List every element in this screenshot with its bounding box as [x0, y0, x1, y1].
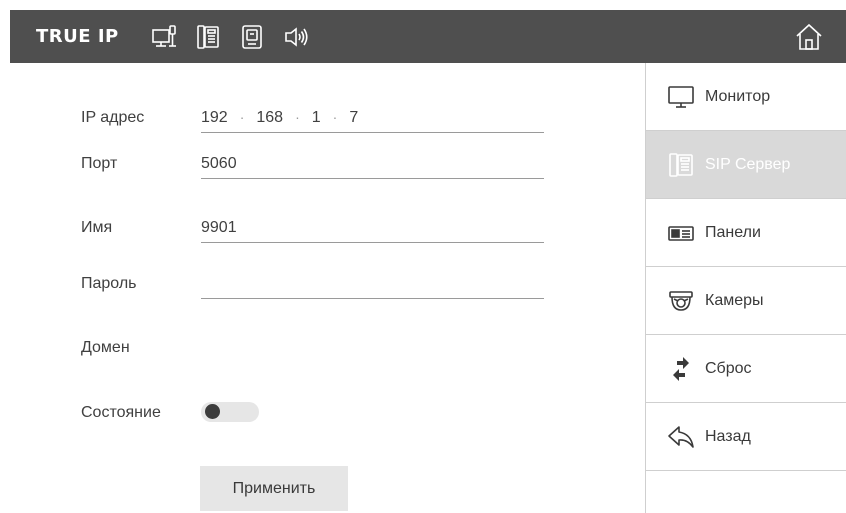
sidebar-item-label: Монитор — [705, 87, 771, 105]
password-label: Пароль — [81, 275, 137, 292]
ip-address-label: IP адрес — [81, 109, 145, 126]
top-bar: TRUE IP — [10, 10, 846, 63]
ip-octet-3[interactable]: 1 — [312, 109, 321, 127]
monitor-icon — [667, 83, 695, 111]
ip-separator: · — [239, 109, 245, 125]
toggle-knob — [205, 404, 220, 419]
sidebar-item-panels[interactable]: Панели — [646, 199, 846, 267]
sidebar-item-monitor[interactable]: Монитор — [646, 63, 846, 131]
state-toggle[interactable] — [201, 402, 259, 422]
name-row: Имя 9901 — [81, 215, 551, 245]
ip-address-field[interactable]: 192 · 168 · 1 · 7 — [201, 105, 544, 133]
domain-label: Домен — [81, 339, 130, 356]
sidebar-item-reset[interactable]: Сброс — [646, 335, 846, 403]
reset-icon — [667, 355, 695, 383]
name-label: Имя — [81, 219, 113, 236]
state-row: Состояние — [81, 400, 551, 430]
sidebar-item-cameras[interactable]: Камеры — [646, 267, 846, 335]
home-icon[interactable] — [794, 22, 824, 52]
sidebar-item-label: Назад — [705, 427, 751, 445]
ip-octet-2[interactable]: 168 — [256, 109, 283, 127]
brand-logo: TRUE IP — [36, 26, 119, 47]
sidebar-item-label: Сброс — [705, 359, 752, 377]
sip-phone-icon — [667, 151, 695, 179]
back-icon — [667, 423, 695, 451]
network-settings-icon[interactable] — [151, 24, 177, 50]
sip-phone-icon[interactable] — [195, 24, 221, 50]
ip-octet-1[interactable]: 192 — [201, 109, 228, 127]
sidebar-item-label: Панели — [705, 223, 761, 241]
ip-separator: · — [332, 109, 338, 125]
ip-address-row: IP адрес 192 · 168 · 1 · 7 — [81, 105, 551, 135]
ip-separator: · — [295, 109, 300, 125]
camera-icon — [667, 287, 695, 315]
port-field[interactable]: 5060 — [201, 151, 544, 179]
password-field[interactable] — [201, 271, 544, 299]
sidebar-item-label: SIP Сервер — [705, 155, 791, 173]
ip-octet-4[interactable]: 7 — [349, 109, 358, 127]
sound-icon[interactable] — [283, 24, 309, 50]
sidebar-item-back[interactable]: Назад — [646, 403, 846, 471]
domain-row: Домен — [81, 335, 551, 365]
state-label: Состояние — [81, 404, 161, 421]
door-panel-icon — [667, 219, 695, 247]
port-label: Порт — [81, 155, 118, 172]
sip-settings-form: IP адрес 192 · 168 · 1 · 7 Порт 5060 Имя 9901 … — [0, 63, 645, 513]
name-field[interactable]: 9901 — [201, 215, 544, 243]
sidebar-item-label: Камеры — [705, 291, 764, 309]
sidebar-item-sip-server[interactable]: SIP Сервер — [646, 131, 846, 199]
apply-button[interactable]: Применить — [200, 466, 348, 511]
panel-icon[interactable] — [239, 24, 265, 50]
password-row: Пароль — [81, 271, 551, 301]
sidebar: Монитор SIP Сервер Панели Камеры Сброс Н… — [646, 63, 846, 513]
port-row: Порт 5060 — [81, 151, 551, 181]
